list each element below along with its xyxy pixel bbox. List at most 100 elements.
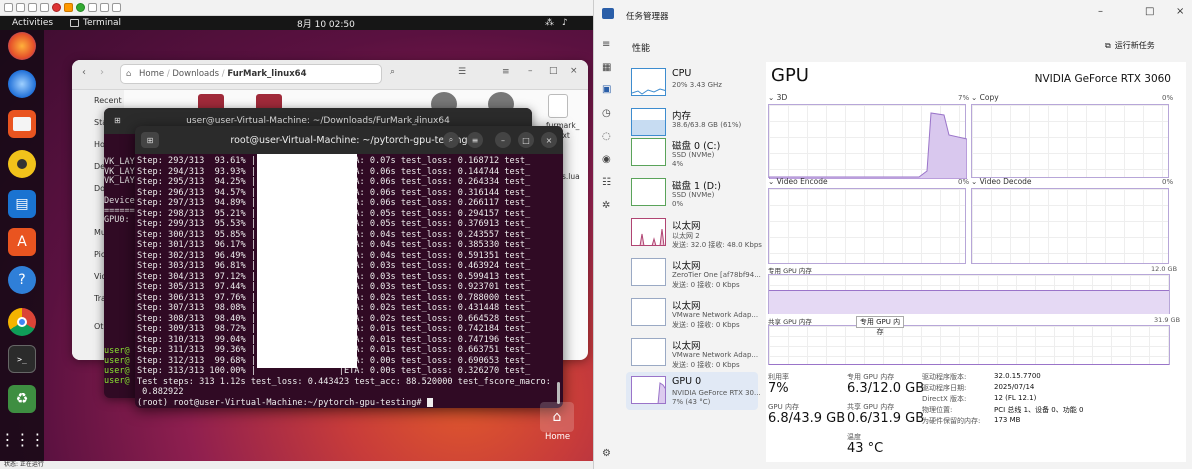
maximize-icon[interactable]: □	[1145, 6, 1154, 17]
app-menu[interactable]: Terminal	[70, 18, 121, 28]
users-icon[interactable]: ◉	[602, 154, 611, 165]
task-manager-icon	[602, 8, 614, 19]
sidebar-item-recent[interactable]: Recent	[94, 96, 122, 105]
resource-item[interactable]: 以太网 ZeroTier One [af78bf94... 发送: 0 接收: 0 …	[626, 254, 761, 292]
gpu-panel: GPU NVIDIA GeForce RTX 3060 ⌄ 3D 7% ⌄ Co…	[766, 62, 1186, 462]
close-icon[interactable]: ×	[541, 132, 557, 148]
resource-detail: 发送: 32.0 接收: 48.0 Kbps	[672, 241, 762, 249]
scrollbar[interactable]	[557, 382, 560, 404]
vm-toolbar-button[interactable]	[100, 3, 109, 12]
resource-item[interactable]: 以太网 以太网 2 发送: 32.0 接收: 48.0 Kbps	[626, 214, 762, 252]
hamburger-icon[interactable]: ≡	[602, 39, 610, 50]
prompt-line: user@	[104, 366, 130, 376]
terminal-window-front: ⊞ root@user-Virtual-Machine: ~/pytorch-g…	[135, 126, 563, 408]
history-icon[interactable]: ◷	[602, 108, 611, 119]
graph-label-copy[interactable]: ⌄ Copy	[971, 93, 999, 102]
resource-item[interactable]: 以太网 VMware Network Adap... 发送: 0 接收: 0 Kbp…	[626, 334, 758, 372]
gpu-model: NVIDIA GeForce RTX 3060	[1034, 73, 1171, 85]
minimize-icon[interactable]: –	[1098, 6, 1103, 17]
stat-dedicated: 6.3/12.0 GB	[847, 381, 925, 396]
firefox-icon[interactable]	[8, 32, 36, 60]
maximize-icon[interactable]: □	[549, 66, 558, 76]
graph-decode	[971, 188, 1169, 264]
resource-item[interactable]: 磁盘 0 (C:) SSD (NVMe) 4%	[626, 134, 758, 172]
tooltip: 专用 GPU 内存	[856, 316, 904, 336]
search-icon[interactable]: ⌕	[443, 132, 459, 148]
vm-toolbar-button[interactable]	[16, 3, 25, 12]
text-cursor	[426, 397, 433, 407]
sidebar-item-other[interactable]: Ot	[94, 322, 103, 331]
menu-icon[interactable]: ≡	[467, 132, 483, 148]
vm-start-button[interactable]	[76, 3, 85, 12]
resource-item[interactable]: 磁盘 1 (D:) SSD (NVMe) 0%	[626, 174, 758, 212]
help-icon[interactable]: ?	[8, 266, 36, 294]
settings-icon[interactable]: ⚙	[602, 448, 611, 459]
clock[interactable]: 8月 10 02:50	[297, 17, 355, 30]
menu-icon[interactable]: ≡	[502, 67, 510, 77]
search-icon[interactable]: ⌕	[414, 116, 418, 126]
prompt-line: user@	[104, 376, 130, 386]
new-tab-icon[interactable]: ⊞	[114, 116, 121, 125]
activities-button[interactable]: Activities	[12, 18, 53, 28]
prompt-line[interactable]: (root) root@user-Virtual-Machine:~/pytor…	[137, 397, 555, 409]
run-task-icon: ⧉	[1105, 40, 1111, 50]
performance-icon[interactable]: ▣	[602, 84, 611, 95]
vm-pause-button[interactable]	[64, 3, 73, 12]
stat-shared: 0.6/31.9 GB	[847, 411, 925, 426]
back-icon[interactable]: ‹	[82, 67, 86, 78]
maximize-icon[interactable]: □	[518, 132, 534, 148]
path-bar[interactable]: ⌂ Home / Downloads / FurMark_linux64	[120, 64, 382, 84]
trash-icon[interactable]: ♻	[8, 385, 36, 413]
kv-value: 2025/07/14	[994, 383, 1035, 391]
minimize-icon[interactable]: –	[528, 66, 533, 76]
chrome-icon[interactable]	[8, 308, 36, 336]
forward-icon[interactable]: ›	[100, 67, 104, 78]
resource-detail: 20% 3.43 GHz	[672, 81, 722, 89]
file-icon[interactable]	[548, 94, 568, 118]
home-folder-icon[interactable]: ⌂	[540, 402, 574, 432]
rhythmbox-icon[interactable]	[8, 150, 36, 178]
kv-value: 173 MB	[994, 416, 1021, 424]
resource-name: 以太网	[672, 261, 701, 272]
close-icon[interactable]: ×	[1176, 6, 1184, 17]
details-icon[interactable]: ☷	[602, 177, 611, 188]
graph-label-decode[interactable]: ⌄ Video Decode	[971, 177, 1032, 186]
graph-label-3d[interactable]: ⌄ 3D	[768, 93, 787, 102]
search-icon[interactable]: ⌕	[390, 67, 395, 77]
resource-thumbnail	[631, 258, 666, 286]
close-icon[interactable]: ×	[570, 66, 578, 76]
writer-icon[interactable]: ▤	[8, 190, 36, 218]
resource-item[interactable]: 以太网 VMware Network Adap... 发送: 0 接收: 0 Kbp…	[626, 294, 758, 332]
resource-name: 磁盘 1 (D:)	[672, 181, 722, 192]
vm-toolbar-button[interactable]	[88, 3, 97, 12]
vm-toolbar-button[interactable]	[40, 3, 49, 12]
graph-label-encode[interactable]: ⌄ Video Encode	[768, 177, 828, 186]
new-tab-icon[interactable]: ⊞	[141, 132, 159, 148]
path-segment[interactable]: Home	[139, 69, 164, 79]
minimize-icon[interactable]: –	[495, 132, 511, 148]
startup-icon[interactable]: ◌	[602, 131, 611, 142]
kv-key: 驱动程序日期:	[922, 384, 967, 392]
thunderbird-icon[interactable]	[8, 70, 36, 98]
vm-toolbar-button[interactable]	[28, 3, 37, 12]
files-icon[interactable]	[8, 110, 36, 138]
services-icon[interactable]: ✲	[602, 200, 610, 211]
resource-item[interactable]: GPU 0 NVIDIA GeForce RTX 30... 7% (43 °C)	[626, 372, 761, 410]
resource-detail: 4%	[672, 160, 684, 168]
resource-item[interactable]: CPU 20% 3.43 GHz	[626, 64, 758, 102]
path-segment[interactable]: Downloads	[172, 69, 219, 79]
terminal-dock-icon[interactable]: >_	[8, 345, 36, 373]
vm-toolbar-button[interactable]	[4, 3, 13, 12]
app-center-icon[interactable]: A	[8, 228, 36, 256]
panel-title: GPU	[771, 65, 809, 86]
view-list-icon[interactable]: ☰	[458, 67, 466, 77]
processes-icon[interactable]: ▦	[602, 62, 611, 73]
run-new-task-button[interactable]: ⧉ 运行新任务	[1105, 40, 1155, 51]
system-tray[interactable]: ⁂ ♪	[545, 18, 568, 28]
path-segment[interactable]: FurMark_linux64	[227, 69, 306, 79]
resource-detail: ZeroTier One [af78bf94...	[672, 271, 761, 279]
vm-toolbar-button[interactable]	[112, 3, 121, 12]
vm-stop-button[interactable]	[52, 3, 61, 12]
graph-value-encode: 0%	[958, 178, 970, 186]
show-apps-icon[interactable]: ⋮⋮⋮	[0, 425, 46, 453]
